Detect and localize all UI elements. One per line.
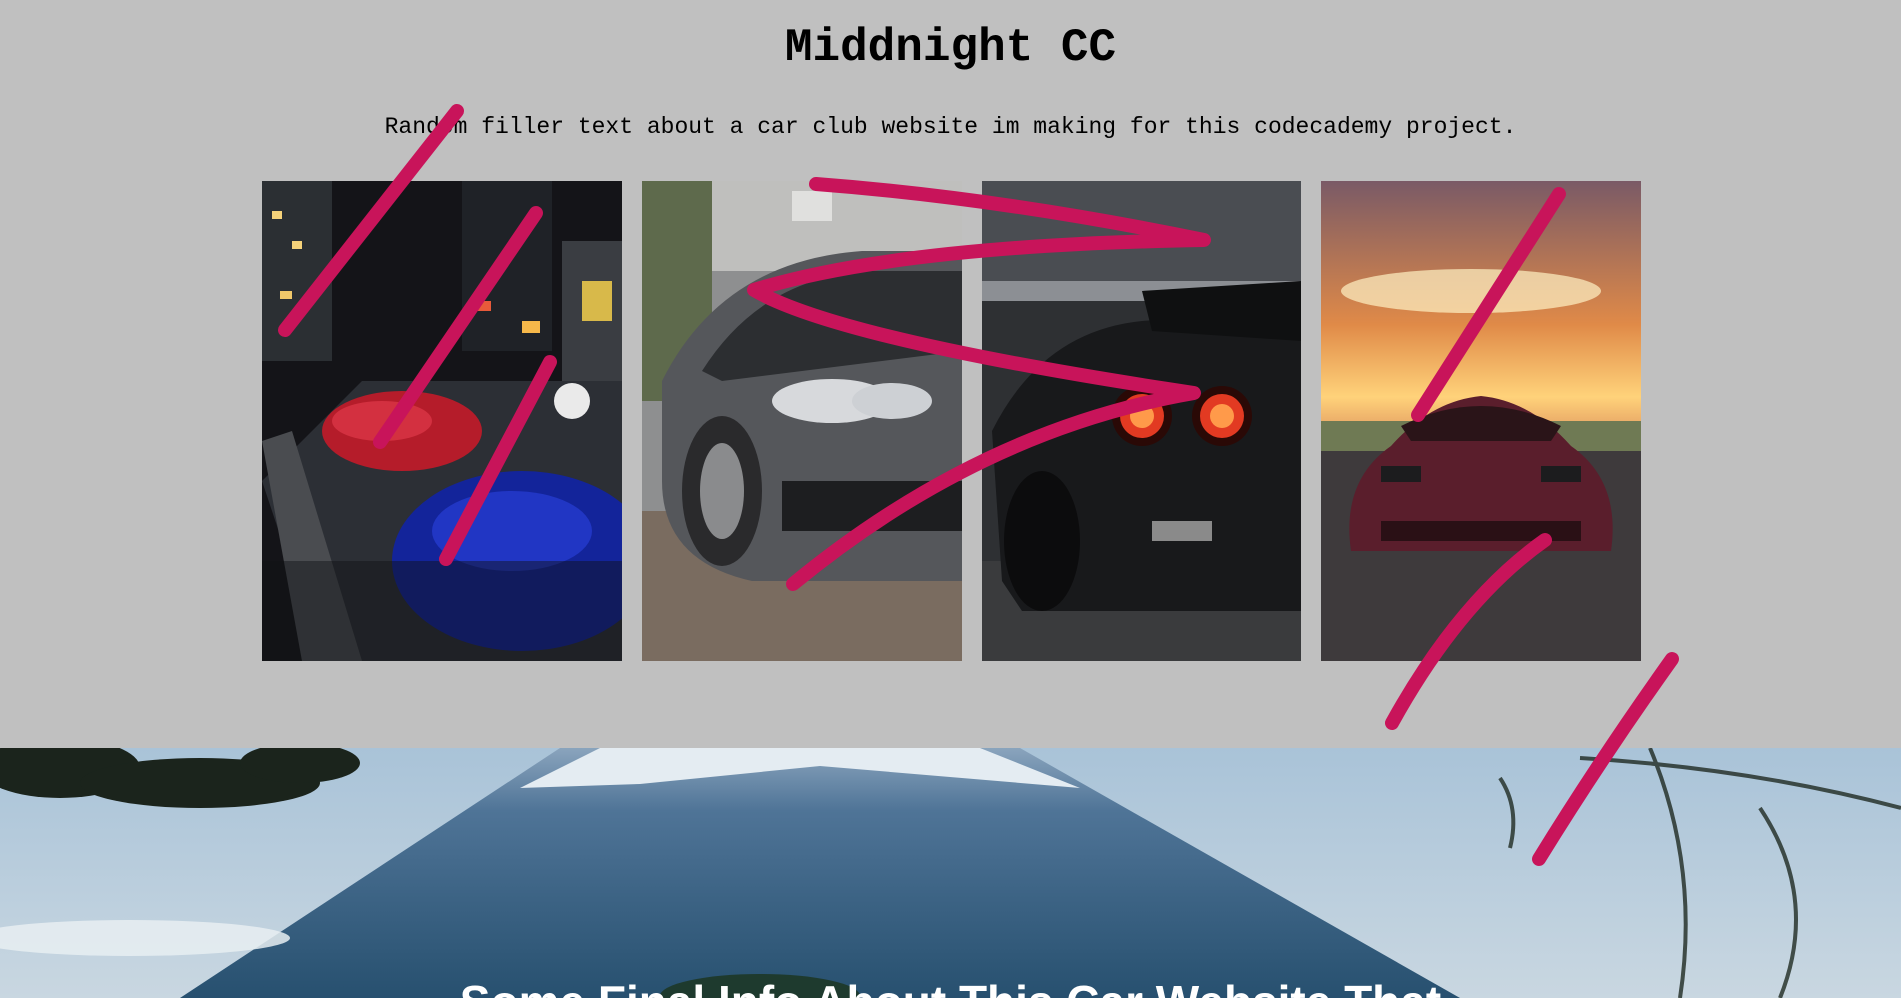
page-title: Middnight CC [784, 22, 1117, 74]
page-subtitle: Random filler text about a car club webs… [384, 114, 1517, 140]
header-section: Middnight CC Random filler text about a … [0, 0, 1901, 748]
grey-widebody-sedan-photo [642, 181, 962, 661]
hero-section [0, 748, 1901, 998]
page: Middnight CC Random filler text about a … [0, 0, 1901, 998]
hero-heading: Some Final Info About This Car Website T… [0, 976, 1901, 998]
mountain-background-image [0, 748, 1901, 998]
maroon-coupe-sunset-photo [1321, 181, 1641, 661]
night-street-skylines-photo [262, 181, 622, 661]
black-skyline-taillights-photo [982, 181, 1301, 661]
